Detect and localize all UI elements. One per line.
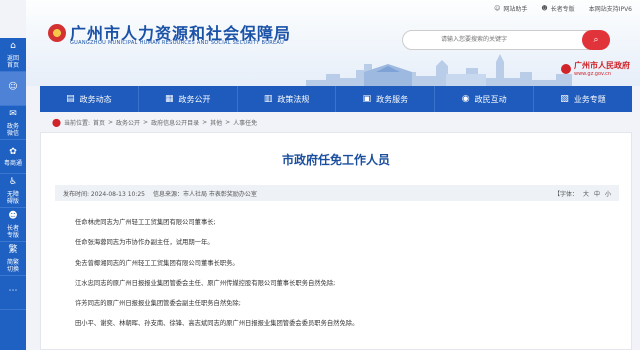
site-header: ☺ 网站助手 ☻ 长者专版 本网站支持IPV6 广州市人力资源和社会保障局 GUAN… [26,0,640,86]
open-affairs-icon: ▦ [164,94,174,104]
breadcrumb: ⬤ 当前位置: 首页 > 政务公开 > 政府信息公开目录 > 其他 > 人事任免 [40,114,632,130]
article-paragraph: 许芳同志的原广州日报报业集团管委会副主任职务自然免除; [75,300,241,308]
location-pin-icon: ⬤ [52,117,61,127]
sidebar-item-language[interactable]: 繁简繁 切换 [0,242,26,276]
breadcrumb-catalog[interactable]: 政府信息公开目录 [151,118,199,127]
more-icon: ⋯ [8,286,18,296]
sidebar-item-accessibility[interactable]: ♿ 无障 碍版 [0,174,26,208]
nav-item-interaction[interactable]: ◉ 政民互动 [435,86,535,112]
topic-icon: ▧ [560,94,569,104]
article-paragraph: 任命林虎同志为广州轻工工贸集团有限公司董事长; [75,219,216,226]
source-label-text: 信息来源： [153,190,184,198]
sidebar-item-label: 长者 专版 [6,224,19,239]
source-label: 信息来源：市人社局 市表彰奖励办公室 [153,189,257,198]
nav-item-label: 政务服务 [376,94,409,104]
nav-item-policy[interactable]: ▥ 政策法规 [238,86,337,112]
article-body: 任命林虎同志为广州轻工工贸集团有限公司董事长; 任命张海蓉同志为市协作办副主任，… [75,213,615,335]
gov-name: 广州市人民政府 [574,61,630,70]
breadcrumb-open-affairs[interactable]: 政务公开 [116,118,140,127]
breadcrumb-personnel[interactable]: 人事任免 [233,118,257,127]
main-navigation: ▤ 政务动态 ▦ 政务公开 ▥ 政策法规 ▣ 政务服务 ◉ 政民互动 ▧ 业务专题 [40,86,632,112]
sidebar-item-mascot[interactable]: ☺ [0,72,26,106]
wechat-icon: ✉ [9,109,17,119]
font-large-button[interactable]: 大 [583,189,589,198]
breadcrumb-separator: > [225,118,231,126]
ipv6-badge: 本网站支持IPV6 [588,6,632,13]
interaction-icon: ◉ [461,94,470,104]
gov-logo-text: 广州市人民政府 www.gz.gov.cn [574,60,630,77]
article-title: 市政府任免工作人员 [281,153,390,167]
article-paragraph: 江水忠同志的原广州日报报业集团管委会主任、原广州传媒控股有限公司董事长职务自然免… [75,279,336,287]
nav-item-service[interactable]: ▣ 政务服务 [336,86,436,112]
article-paragraph: 免去曾椰湘同志的广州轻工工贸集团有限公司董事长职务。 [75,259,239,267]
service-icon: ▣ [362,94,372,104]
article-meta-bar: 发布时间: 2024-08-13 10:25 信息来源：市人社局 市表彰奖励办公… [55,185,619,201]
breadcrumb-separator: > [108,118,114,126]
sidebar-item-label: 粤商通 [3,160,22,167]
news-icon: ▤ [66,94,75,104]
breadcrumb-separator: > [143,118,149,126]
flower-icon: ✿ [9,146,17,157]
sidebar-item-label: 返回 首页 [6,54,19,69]
bureau-emblem-icon [48,24,66,42]
breadcrumb-home[interactable]: 首页 [93,118,105,127]
breadcrumb-prefix: 当前位置: [63,119,90,127]
font-small-button[interactable]: 小 [605,189,611,198]
search-button[interactable]: ⌕ [582,30,610,50]
publish-date: 发布时间: 2024-08-13 10:25 [63,190,145,198]
breadcrumb-other[interactable]: 其他 [210,118,222,127]
elder-icon: ☻ [8,211,18,221]
sidebar-item-wechat[interactable]: ✉ 政务 微信 [0,106,26,140]
elder-mode-label: 长者专版 [550,6,575,13]
article-paragraph: 任命张海蓉同志为市协作办副主任，试用期一年。 [75,239,214,247]
nav-item-topic[interactable]: ▧ 业务专题 [534,86,632,112]
nav-item-label: 政策法规 [277,94,310,104]
nav-item-open-affairs[interactable]: ▦ 政务公开 [139,86,238,112]
gz-government-logo[interactable]: 广州市人民政府 www.gz.gov.cn [561,60,630,77]
sidebar-item-more[interactable]: ⋯ [0,276,26,310]
font-size-label: 【字体： [553,190,578,198]
gov-emblem-icon [561,63,571,74]
font-size-switcher: 【字体： 大 中 小 [554,189,611,198]
user-icon: ☺ [494,5,501,12]
nav-item-news[interactable]: ▤ 政务动态 [40,86,139,112]
mascot-icon: ☺ [8,82,18,92]
elder-icon: ☻ [541,5,548,12]
search-input[interactable] [403,31,573,49]
sidebar-item-home[interactable]: ⌂ 返回 首页 [0,38,26,72]
elder-mode-link[interactable]: ☻ 长者专版 [541,4,574,13]
left-sidebar: ⌂ 返回 首页 ☺ ✉ 政务 微信 ✿ 粤商通 ♿ 无障 碍版 ☻ 长者 专版 繁简繁 切… [0,38,26,350]
sidebar-item-label: 政务 微信 [6,122,19,137]
language-icon: 繁 [8,245,18,255]
nav-item-label: 业务专题 [573,94,606,104]
site-subtitle: GUANGZHOU MUNICIPAL HUMAN RESOURCES AND … [70,40,285,46]
nav-item-label: 政务动态 [79,94,112,104]
sidebar-item-label: 无障 碍版 [6,190,19,205]
policy-icon: ▥ [263,94,273,104]
search-box: ⌕ [402,30,610,50]
sidebar-item-elder[interactable]: ☻ 长者 专版 [0,208,26,242]
font-medium-button[interactable]: 中 [594,189,600,198]
sidebar-item-label: 简繁 切换 [6,258,19,273]
top-utility-bar: ☺ 网站助手 ☻ 长者专版 本网站支持IPV6 [494,4,632,13]
site-assistant-label: 网站助手 [503,6,528,13]
nav-item-label: 政务公开 [178,94,211,104]
site-assistant-link[interactable]: ☺ 网站助手 [494,4,527,13]
sidebar-item-yueshangtong[interactable]: ✿ 粤商通 [0,140,26,174]
accessibility-icon: ♿ [8,177,18,187]
article-panel: 市政府任免工作人员 发布时间: 2024-08-13 10:25 信息来源：市人… [40,132,632,350]
gov-url: www.gz.gov.cn [574,71,612,77]
breadcrumb-separator: > [202,118,208,126]
article-paragraph: 田小平、谢奕、林朝晖、孙支南、徐锋、高志斌同志的原广州日报报业集团管委会委员职务… [75,320,359,328]
home-icon: ⌂ [10,41,16,51]
search-icon: ⌕ [593,35,599,45]
source-value: 市人社局 市表彰奖励办公室 [183,190,257,198]
nav-item-label: 政民互动 [474,94,507,104]
